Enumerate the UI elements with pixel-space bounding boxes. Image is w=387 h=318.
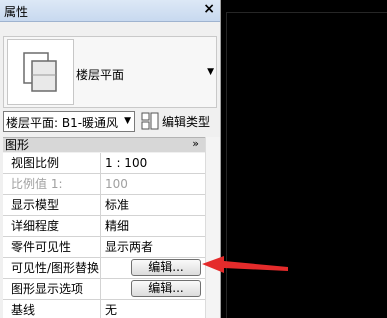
- double-chevron-up-icon[interactable]: »: [192, 137, 199, 150]
- palette-title: 属性: [4, 5, 29, 19]
- chevron-down-icon[interactable]: ▼: [207, 67, 214, 77]
- close-icon[interactable]: ×: [203, 1, 215, 17]
- annotation-arrow-icon: [202, 256, 288, 273]
- property-row-display-model[interactable]: 显示模型 标准: [3, 195, 205, 216]
- property-value[interactable]: 1 : 100: [101, 153, 205, 173]
- property-name: 比例值 1:: [3, 174, 101, 194]
- property-row-view-scale[interactable]: 视图比例 1 : 100: [3, 153, 205, 174]
- graphic-display-edit-button[interactable]: 编辑...: [131, 280, 201, 297]
- property-value[interactable]: 显示两者: [101, 237, 205, 257]
- property-row-scale-value: 比例值 1: 100: [3, 174, 205, 195]
- palette-titlebar[interactable]: 属性 ×: [0, 0, 220, 22]
- property-value[interactable]: 标准: [101, 195, 205, 215]
- floor-plan-icon: [23, 52, 57, 92]
- edit-type-icon: [141, 112, 159, 130]
- property-name: 详细程度: [3, 216, 101, 236]
- dropdown-arrow-icon[interactable]: ▼: [124, 116, 131, 126]
- visibility-graphics-edit-button[interactable]: 编辑...: [131, 259, 201, 276]
- edit-type-label: 编辑类型: [162, 115, 211, 129]
- property-row-parts-visibility[interactable]: 零件可见性 显示两者: [3, 237, 205, 258]
- properties-palette: 属性 × 楼层平面 ▼ 楼层平面: B1-暖通风 ▼ 编辑类型 图形 » 视图比…: [0, 0, 221, 318]
- type-selector[interactable]: 楼层平面 ▼: [3, 36, 217, 108]
- property-row-graphic-display-options[interactable]: 图形显示选项 编辑...: [3, 279, 205, 300]
- property-name: 基线: [3, 300, 101, 318]
- properties-scrollbar[interactable]: [205, 137, 220, 318]
- floor-plan-thumbnail: [7, 39, 74, 105]
- property-name: 视图比例: [3, 153, 101, 173]
- property-row-detail-level[interactable]: 详细程度 精细: [3, 216, 205, 237]
- property-value: 100: [101, 174, 205, 194]
- section-graphics[interactable]: 图形 »: [3, 137, 205, 152]
- instance-filter-value: 楼层平面: B1-暖通风: [6, 116, 119, 130]
- property-name: 零件可见性: [3, 237, 101, 257]
- property-value[interactable]: 无: [101, 300, 205, 318]
- property-name: 可见性/图形替换: [3, 258, 101, 278]
- type-name: 楼层平面: [76, 68, 125, 82]
- properties-grid: 视图比例 1 : 100 比例值 1: 100 显示模型 标准 详细程度 精细 …: [3, 153, 205, 318]
- instance-filter-dropdown[interactable]: 楼层平面: B1-暖通风 ▼: [3, 111, 135, 132]
- property-name: 显示模型: [3, 195, 101, 215]
- property-name: 图形显示选项: [3, 279, 101, 299]
- section-label: 图形: [5, 138, 30, 152]
- property-row-visibility-graphics[interactable]: 可见性/图形替换 编辑...: [3, 258, 205, 279]
- property-row-underlay[interactable]: 基线 无: [3, 300, 205, 318]
- property-value[interactable]: 精细: [101, 216, 205, 236]
